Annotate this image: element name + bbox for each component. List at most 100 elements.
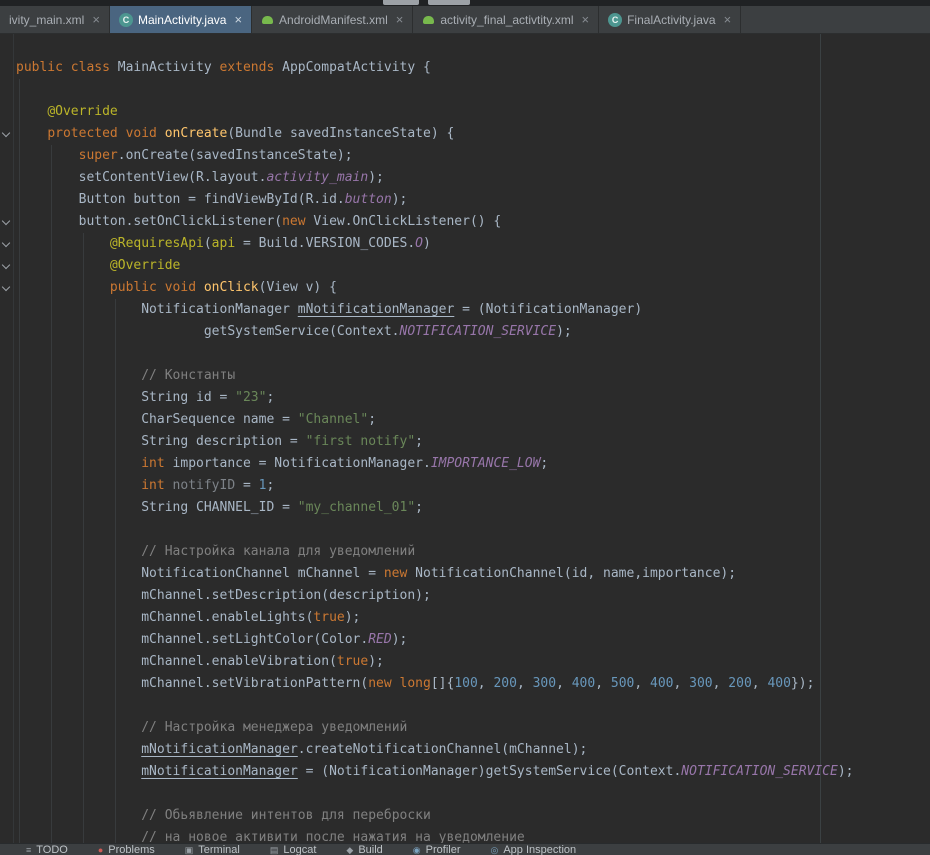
code-token: 400 <box>650 676 673 691</box>
code-line[interactable]: button.setOnClickListener(new View.OnCli… <box>16 211 854 233</box>
tab-FinalActivity.java[interactable]: CFinalActivity.java× <box>599 6 741 33</box>
close-icon[interactable]: × <box>582 13 590 26</box>
code-token: ; <box>415 434 423 449</box>
tab-AndroidManifest.xml[interactable]: AndroidManifest.xml× <box>252 6 413 33</box>
code-token: // Настройка канала для уведомлений <box>141 544 415 559</box>
code-token: MainActivity <box>110 60 220 75</box>
code-line[interactable]: super.onCreate(savedInstanceState); <box>16 145 854 167</box>
code-token: NotificationManager <box>16 302 298 317</box>
code-token: 300 <box>689 676 712 691</box>
code-token: // Настройка менеджера уведомлений <box>141 720 407 735</box>
tab-MainActivity.java[interactable]: CMainActivity.java× <box>110 6 252 33</box>
code-line[interactable] <box>16 783 854 805</box>
code-line[interactable]: @RequiresApi(api = Build.VERSION_CODES.O… <box>16 233 854 255</box>
tab-bar: ivity_main.xml×CMainActivity.java×Androi… <box>0 6 930 34</box>
code-token: O <box>415 236 423 251</box>
code-token: View.OnClickListener() { <box>313 214 501 229</box>
code-line[interactable]: public class MainActivity extends AppCom… <box>16 57 854 79</box>
close-icon[interactable]: × <box>724 13 732 26</box>
code-line[interactable]: // Настройка менеджера уведомлений <box>16 717 854 739</box>
code-token: ); <box>556 324 572 339</box>
code-line[interactable]: // Настройка канала для уведомлений <box>16 541 854 563</box>
code-token: NotificationChannel(id, name,importance)… <box>415 566 736 581</box>
tab-label: FinalActivity.java <box>627 13 715 27</box>
code-line[interactable]: String CHANNEL_ID = "my_channel_01"; <box>16 497 854 519</box>
code-line[interactable]: String description = "first notify"; <box>16 431 854 453</box>
code-line[interactable]: // Константы <box>16 365 854 387</box>
statusbar-item-app-inspection[interactable]: ◎App Inspection <box>490 845 576 855</box>
code-line[interactable]: mChannel.setVibrationPattern(new long[]{… <box>16 673 854 695</box>
statusbar-item-terminal[interactable]: ▣Terminal <box>185 845 240 855</box>
code-line[interactable]: @Override <box>16 255 854 277</box>
code-token: NotificationChannel mChannel = <box>16 566 384 581</box>
close-icon[interactable]: × <box>92 13 100 26</box>
statusbar-label: Terminal <box>198 845 240 855</box>
toolbar-fragment <box>383 0 419 5</box>
tab-label: ivity_main.xml <box>9 13 84 27</box>
code-token: mChannel.setVibrationPattern( <box>16 676 368 691</box>
code-token <box>16 742 141 757</box>
code-token: @Override <box>110 258 180 273</box>
close-icon[interactable]: × <box>234 13 242 26</box>
code-token: setContentView(R.layout. <box>16 170 266 185</box>
code-line[interactable]: Button button = findViewById(R.id.button… <box>16 189 854 211</box>
code-line[interactable] <box>16 519 854 541</box>
code-token: mChannel.setLightColor(Color. <box>16 632 368 647</box>
code-token: , <box>752 676 768 691</box>
tab-ivity_main.xml[interactable]: ivity_main.xml × <box>0 6 110 33</box>
statusbar-label: Logcat <box>283 845 316 855</box>
android-icon <box>422 13 435 26</box>
statusbar-item-build[interactable]: ◆Build <box>346 845 382 855</box>
code-token: button <box>345 192 392 207</box>
code-line[interactable]: mNotificationManager = (NotificationMana… <box>16 761 854 783</box>
code-line[interactable] <box>16 695 854 717</box>
code-token: mNotificationManager <box>141 742 298 757</box>
code-line[interactable]: int notifyID = 1; <box>16 475 854 497</box>
statusbar-item-profiler[interactable]: ◉Profiler <box>413 845 461 855</box>
code-token: super <box>79 148 118 163</box>
code-token: String CHANNEL_ID = <box>16 500 298 515</box>
code-token: ; <box>368 412 376 427</box>
code-line[interactable]: CharSequence name = "Channel"; <box>16 409 854 431</box>
code-token: mChannel.enableLights( <box>16 610 313 625</box>
code-token: true <box>337 654 368 669</box>
statusbar-label: Build <box>358 845 382 855</box>
tab-activity_final_activtity.xml[interactable]: activity_final_activtity.xml× <box>413 6 599 33</box>
close-icon[interactable]: × <box>396 13 404 26</box>
editor[interactable]: public class MainActivity extends AppCom… <box>0 34 930 845</box>
code-token: mChannel.enableVibration( <box>16 654 337 669</box>
code-line[interactable]: mChannel.enableVibration(true); <box>16 651 854 673</box>
code-line[interactable]: public void onClick(View v) { <box>16 277 854 299</box>
code-line[interactable]: mChannel.enableLights(true); <box>16 607 854 629</box>
code-line[interactable]: // Обьявление интентов для переброски <box>16 805 854 827</box>
code-line[interactable]: setContentView(R.layout.activity_main); <box>16 167 854 189</box>
code-line[interactable]: mNotificationManager.createNotificationC… <box>16 739 854 761</box>
statusbar-item-problems[interactable]: ●Problems <box>98 845 155 855</box>
code-line[interactable]: protected void onCreate(Bundle savedInst… <box>16 123 854 145</box>
code-token: NOTIFICATION_SERVICE <box>400 324 557 339</box>
code-line[interactable]: int importance = NotificationManager.IMP… <box>16 453 854 475</box>
code-token: , <box>478 676 494 691</box>
code-token: extends <box>220 60 275 75</box>
code-token: , <box>674 676 690 691</box>
code-line[interactable]: NotificationChannel mChannel = new Notif… <box>16 563 854 585</box>
code-token <box>16 808 141 823</box>
code-token: = (NotificationManager) <box>454 302 642 317</box>
code-line[interactable]: mChannel.setDescription(description); <box>16 585 854 607</box>
code-token <box>16 148 79 163</box>
code-token: ); <box>838 764 854 779</box>
code-token: , <box>517 676 533 691</box>
code-line[interactable] <box>16 343 854 365</box>
code-line[interactable]: mChannel.setLightColor(Color.RED); <box>16 629 854 651</box>
code-line[interactable]: getSystemService(Context.NOTIFICATION_SE… <box>16 321 854 343</box>
code-line[interactable]: NotificationManager mNotificationManager… <box>16 299 854 321</box>
code-token: "first notify" <box>306 434 416 449</box>
code-token: []{ <box>431 676 454 691</box>
code-token: mChannel.setDescription(description); <box>16 588 431 603</box>
code-line[interactable]: String id = "23"; <box>16 387 854 409</box>
code-line[interactable]: @Override <box>16 101 854 123</box>
code-line[interactable] <box>16 79 854 101</box>
statusbar-item-todo[interactable]: ≡TODO <box>26 845 68 855</box>
statusbar-item-logcat[interactable]: ▤Logcat <box>270 845 317 855</box>
code-area[interactable]: public class MainActivity extends AppCom… <box>0 34 854 845</box>
